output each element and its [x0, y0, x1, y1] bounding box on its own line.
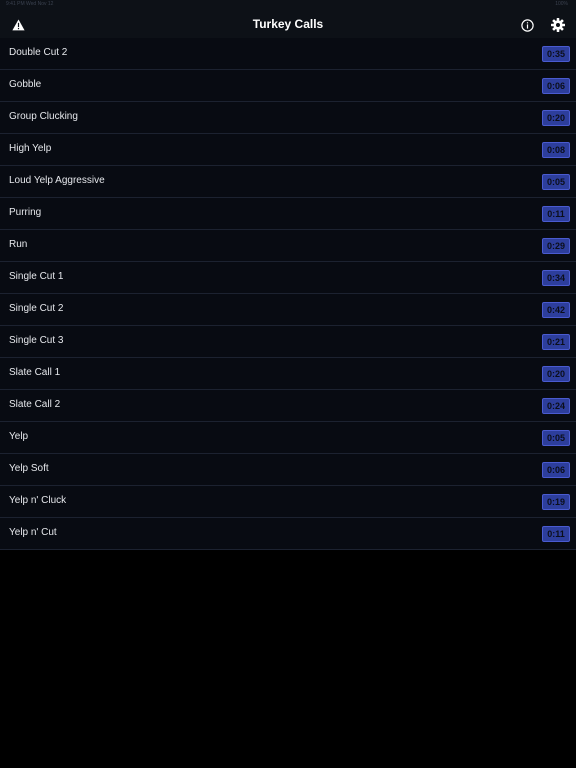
duration-badge: 0:34 [542, 270, 570, 286]
call-name: Slate Call 2 [9, 399, 61, 410]
call-name: Run [9, 239, 28, 250]
navigation-bar: Turkey Calls [0, 8, 576, 40]
info-button[interactable] [518, 16, 536, 34]
call-name: Single Cut 3 [9, 335, 64, 346]
call-name: Yelp [9, 431, 29, 442]
gear-icon [551, 18, 565, 32]
list-item[interactable]: Single Cut 3 0:21 [0, 326, 576, 358]
duration-badge: 0:35 [542, 46, 570, 62]
call-name: Slate Call 1 [9, 367, 61, 378]
settings-button[interactable] [549, 16, 567, 34]
call-name: Yelp n' Cut [9, 527, 57, 538]
duration-badge: 0:11 [542, 526, 570, 542]
list-item[interactable]: Run 0:29 [0, 230, 576, 262]
duration-badge: 0:20 [542, 366, 570, 382]
list-item[interactable]: High Yelp 0:08 [0, 134, 576, 166]
duration-badge: 0:29 [542, 238, 570, 254]
list-item[interactable]: Single Cut 2 0:42 [0, 294, 576, 326]
list-item[interactable]: Single Cut 1 0:34 [0, 262, 576, 294]
call-name: Yelp n' Cluck [9, 495, 67, 506]
call-name: Yelp Soft [9, 463, 49, 474]
list-item[interactable]: Double Cut 2 0:35 [0, 38, 576, 70]
status-battery: 100% [555, 1, 568, 7]
call-name: Group Clucking [9, 111, 78, 122]
duration-badge: 0:21 [542, 334, 570, 350]
list-item[interactable]: Gobble 0:06 [0, 70, 576, 102]
duration-badge: 0:05 [542, 174, 570, 190]
list-item[interactable]: Group Clucking 0:20 [0, 102, 576, 134]
call-name: Single Cut 2 [9, 303, 64, 314]
list-item[interactable]: Yelp 0:05 [0, 422, 576, 454]
duration-badge: 0:05 [542, 430, 570, 446]
call-name: Gobble [9, 79, 42, 90]
call-name: Single Cut 1 [9, 271, 64, 282]
call-name: Double Cut 2 [9, 47, 68, 58]
page-title: Turkey Calls [252, 17, 324, 31]
list-item[interactable]: Slate Call 2 0:24 [0, 390, 576, 422]
duration-badge: 0:20 [542, 110, 570, 126]
app-window: 9:41 PM Wed Nov 12 100% Turkey Calls Dou… [0, 0, 576, 768]
info-icon [520, 18, 534, 32]
list-item[interactable]: Loud Yelp Aggressive 0:05 [0, 166, 576, 198]
duration-badge: 0:42 [542, 302, 570, 318]
turkey-calls-list: Double Cut 2 0:35 Gobble 0:06 Group Clucking… [0, 38, 576, 550]
list-item[interactable]: Yelp n' Cut 0:11 [0, 518, 576, 550]
duration-badge: 0:06 [542, 78, 570, 94]
status-bar: 9:41 PM Wed Nov 12 100% [0, 0, 576, 8]
duration-badge: 0:11 [542, 206, 570, 222]
status-time: 9:41 PM Wed Nov 12 [6, 1, 54, 7]
list-item[interactable]: Yelp n' Cluck 0:19 [0, 486, 576, 518]
list-item[interactable]: Slate Call 1 0:20 [0, 358, 576, 390]
call-name: Purring [9, 207, 42, 218]
duration-badge: 0:08 [542, 142, 570, 158]
list-item[interactable]: Yelp Soft 0:06 [0, 454, 576, 486]
duration-badge: 0:24 [542, 398, 570, 414]
duration-badge: 0:06 [542, 462, 570, 478]
call-name: Loud Yelp Aggressive [9, 175, 105, 186]
call-name: High Yelp [9, 143, 52, 154]
list-item[interactable]: Purring 0:11 [0, 198, 576, 230]
duration-badge: 0:19 [542, 494, 570, 510]
